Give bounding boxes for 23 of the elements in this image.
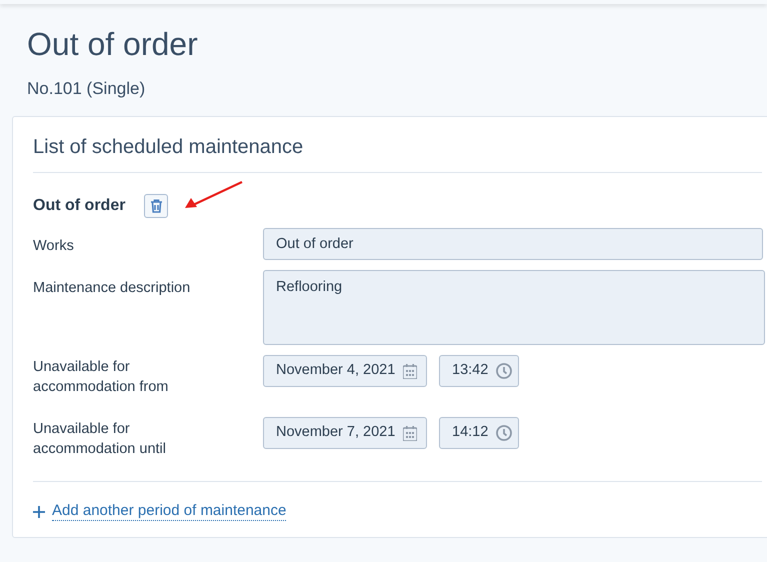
delete-button[interactable] bbox=[144, 194, 168, 218]
page-title: Out of order bbox=[27, 25, 198, 64]
annotation-arrow bbox=[183, 179, 245, 210]
clock-icon bbox=[496, 363, 512, 379]
date-field[interactable]: November 4, 2021 bbox=[263, 355, 427, 387]
description-field[interactable]: Reflooring bbox=[263, 270, 765, 345]
add-period-link[interactable]: Add another period of maintenance bbox=[52, 502, 286, 521]
field-label: Works bbox=[33, 237, 74, 256]
time-field[interactable]: 14:12 bbox=[439, 417, 519, 449]
clock-icon bbox=[496, 425, 512, 441]
field-label: Unavailable for accommodation until bbox=[33, 420, 167, 459]
card-title: List of scheduled maintenance bbox=[33, 135, 304, 160]
trash-icon bbox=[150, 199, 163, 213]
date-field[interactable]: November 7, 2021 bbox=[263, 417, 427, 449]
time-field[interactable]: 13:42 bbox=[439, 355, 519, 387]
entry-title: Out of order bbox=[33, 196, 126, 216]
plus-icon bbox=[33, 506, 45, 518]
field-label: Maintenance description bbox=[33, 279, 190, 298]
field-label: Unavailable for accommodation from bbox=[33, 358, 170, 397]
room-subtitle: No.101 (Single) bbox=[27, 78, 146, 100]
calendar-icon bbox=[403, 426, 417, 440]
calendar-icon bbox=[403, 364, 417, 378]
works-field[interactable]: Out of order bbox=[263, 228, 763, 260]
